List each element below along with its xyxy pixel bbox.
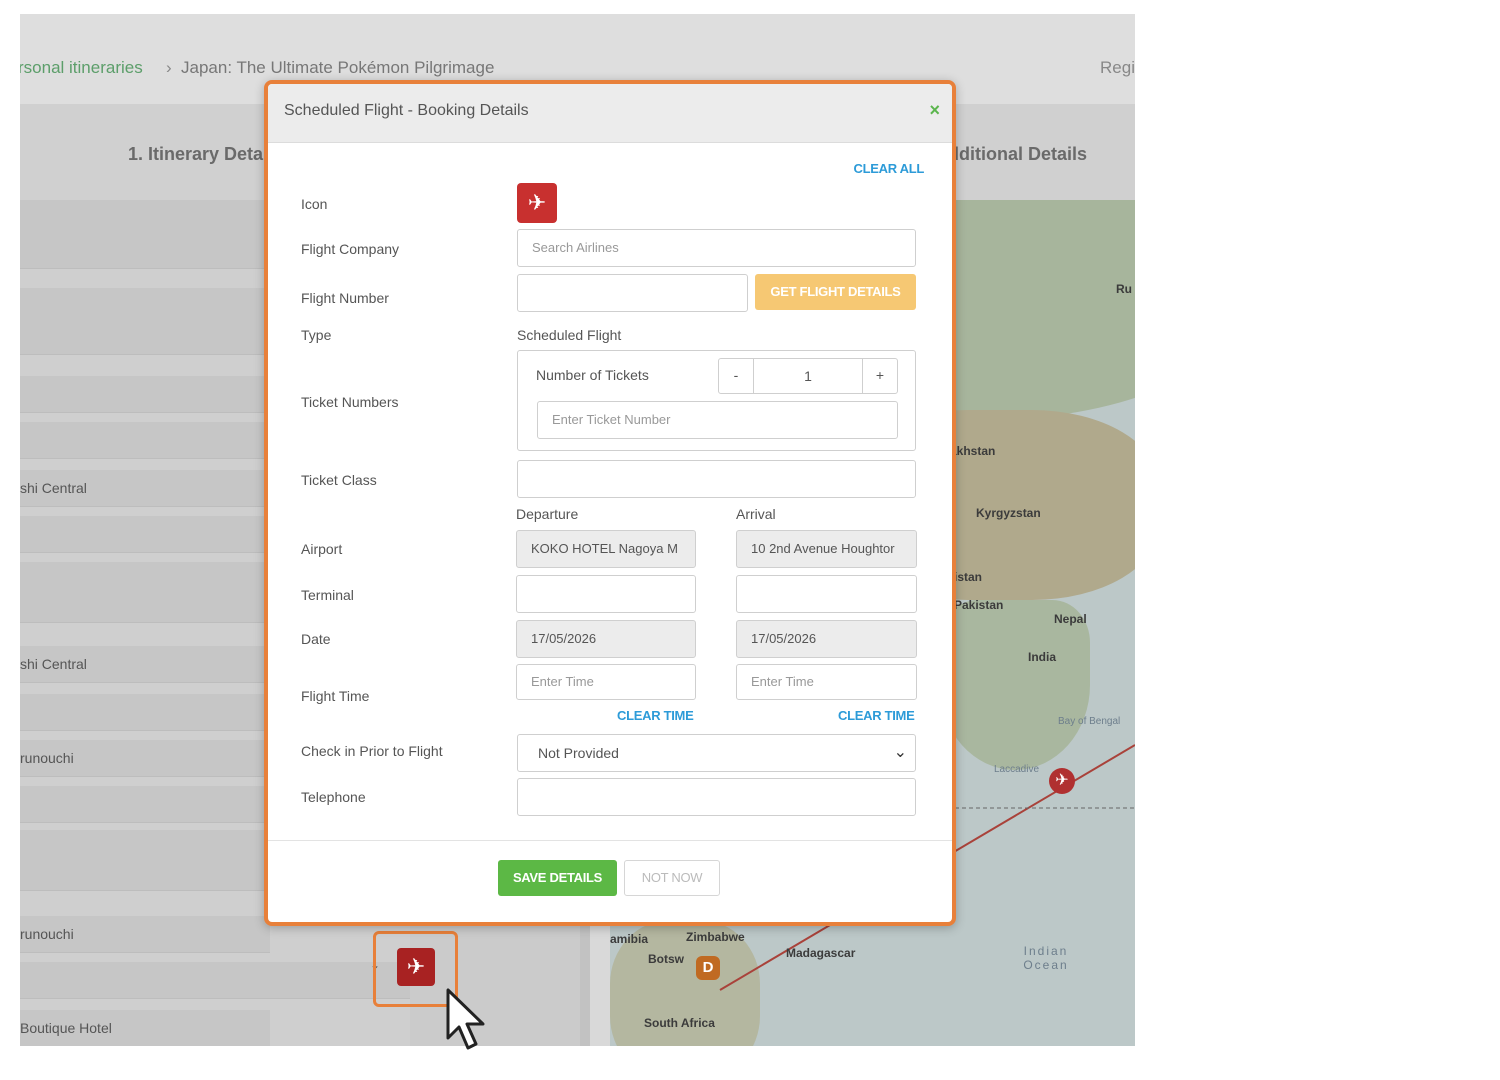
ticket-numbers-group: Number of Tickets - 1 + Enter Ticket Num…: [517, 350, 916, 451]
map-label: istan: [954, 570, 983, 584]
flight-time-label: Flight Time: [301, 688, 370, 704]
list-item[interactable]: runouchi: [20, 916, 270, 953]
list-item[interactable]: [20, 562, 270, 623]
airplane-icon[interactable]: ✈: [517, 183, 557, 223]
modal-header: Scheduled Flight - Booking Details ×: [268, 84, 952, 143]
airport-label: Airport: [301, 541, 343, 557]
breadcrumb-parent-link[interactable]: rsonal itineraries: [20, 58, 143, 78]
ticket-class-input[interactable]: [517, 460, 916, 498]
terminal-label: Terminal: [301, 587, 354, 603]
list-item[interactable]: [20, 288, 270, 355]
tickets-count[interactable]: 1: [754, 359, 862, 393]
map-label: Bay of Bengal: [1058, 716, 1121, 727]
list-item[interactable]: [20, 200, 270, 269]
list-item[interactable]: [20, 422, 270, 459]
list-item[interactable]: [20, 516, 270, 553]
tickets-stepper[interactable]: - 1 +: [718, 358, 898, 394]
breadcrumb-separator: ›: [166, 58, 172, 77]
type-label: Type: [301, 327, 332, 343]
map-label: amibia: [610, 932, 649, 946]
list-item-label: shi Central: [20, 480, 87, 496]
map-label: Zimbabwe: [686, 930, 745, 944]
step-itinerary-details[interactable]: 1. Itinerary Detai: [128, 144, 268, 165]
step-additional-details[interactable]: dditional Details: [948, 144, 1087, 165]
breadcrumb-current: Japan: The Ultimate Pokémon Pilgrimage: [181, 58, 495, 77]
map-label: Kyrgyzstan: [976, 506, 1041, 520]
get-flight-details-button[interactable]: GET FLIGHT DETAILS: [755, 274, 916, 310]
list-item-label: runouchi: [20, 926, 74, 942]
list-item[interactable]: shi Central: [20, 646, 270, 683]
destination-marker[interactable]: D: [696, 956, 720, 980]
departure-airport-field[interactable]: KOKO HOTEL Nagoya M: [516, 530, 696, 568]
check-in-label: Check in Prior to Flight: [301, 743, 443, 759]
map-label: Indian Ocean: [1023, 944, 1069, 972]
departure-terminal-input[interactable]: [516, 575, 696, 613]
clear-all-link[interactable]: CLEAR ALL: [854, 161, 925, 176]
mouse-pointer-icon: [446, 988, 485, 1050]
list-item-label: shi Central: [20, 656, 87, 672]
booking-details-modal: Scheduled Flight - Booking Details × CLE…: [264, 80, 956, 926]
icon-label: Icon: [301, 196, 328, 212]
number-of-tickets-label: Number of Tickets: [536, 367, 649, 383]
type-value: Scheduled Flight: [517, 327, 622, 343]
list-item[interactable]: runouchi: [20, 740, 270, 777]
arrival-terminal-input[interactable]: [736, 575, 917, 613]
clear-arrival-time-link[interactable]: CLEAR TIME: [838, 708, 915, 723]
telephone-label: Telephone: [301, 789, 366, 805]
list-item-label: Boutique Hotel: [20, 1020, 112, 1036]
clear-departure-time-link[interactable]: CLEAR TIME: [617, 708, 694, 723]
map-label: Laccadive: [994, 764, 1040, 775]
list-item[interactable]: Boutique Hotel: [20, 1010, 270, 1046]
airplane-icon[interactable]: ✈: [397, 948, 435, 986]
departure-time-input[interactable]: Enter Time: [516, 664, 696, 700]
check-in-select[interactable]: Not Provided ⌄: [517, 734, 916, 772]
list-item[interactable]: [20, 694, 270, 731]
list-item[interactable]: [20, 786, 270, 823]
list-item[interactable]: [20, 376, 270, 413]
telephone-input[interactable]: [517, 778, 916, 816]
ticket-number-input[interactable]: Enter Ticket Number: [537, 401, 898, 439]
save-details-button[interactable]: SAVE DETAILS: [498, 860, 617, 896]
arrival-date-field[interactable]: 17/05/2026: [736, 620, 917, 658]
chevron-down-icon: ⌄: [893, 744, 907, 761]
flight-number-label: Flight Number: [301, 290, 389, 306]
close-icon[interactable]: ×: [929, 100, 940, 121]
map-label: Botsw: [648, 952, 684, 966]
map-label: Madagascar: [786, 946, 856, 960]
ticket-class-label: Ticket Class: [301, 472, 377, 488]
departure-header: Departure: [516, 506, 579, 522]
map-label: Pakistan: [954, 598, 1004, 612]
airplane-icon[interactable]: ✈: [1049, 768, 1075, 794]
modal-footer: SAVE DETAILS NOT NOW: [268, 840, 952, 922]
list-item-label: runouchi: [20, 750, 74, 766]
flight-number-input[interactable]: [517, 274, 748, 312]
not-now-button[interactable]: NOT NOW: [624, 860, 720, 896]
map-label: South Africa: [644, 1016, 715, 1030]
date-label: Date: [301, 631, 331, 647]
departure-date-field[interactable]: 17/05/2026: [516, 620, 696, 658]
check-in-selected-value: Not Provided: [538, 745, 619, 761]
increment-button[interactable]: +: [862, 359, 897, 393]
modal-title: Scheduled Flight - Booking Details: [284, 102, 529, 119]
arrival-header: Arrival: [736, 506, 776, 522]
map-label: Ru: [1116, 282, 1132, 296]
arrival-time-input[interactable]: Enter Time: [736, 664, 917, 700]
decrement-button[interactable]: -: [719, 359, 754, 393]
list-item[interactable]: [20, 962, 410, 999]
ticket-numbers-label: Ticket Numbers: [301, 394, 399, 410]
map-label: Nepal: [1054, 612, 1087, 626]
map-label: India: [1028, 650, 1057, 664]
list-item[interactable]: [20, 830, 270, 891]
map-label: akhstan: [950, 444, 996, 458]
arrival-airport-field[interactable]: 10 2nd Avenue Houghtor: [736, 530, 917, 568]
flight-company-input[interactable]: Search Airlines: [517, 229, 916, 267]
list-item[interactable]: shi Central: [20, 470, 270, 507]
header-right-text[interactable]: Regi: [1100, 58, 1135, 78]
flight-company-label: Flight Company: [301, 241, 400, 257]
